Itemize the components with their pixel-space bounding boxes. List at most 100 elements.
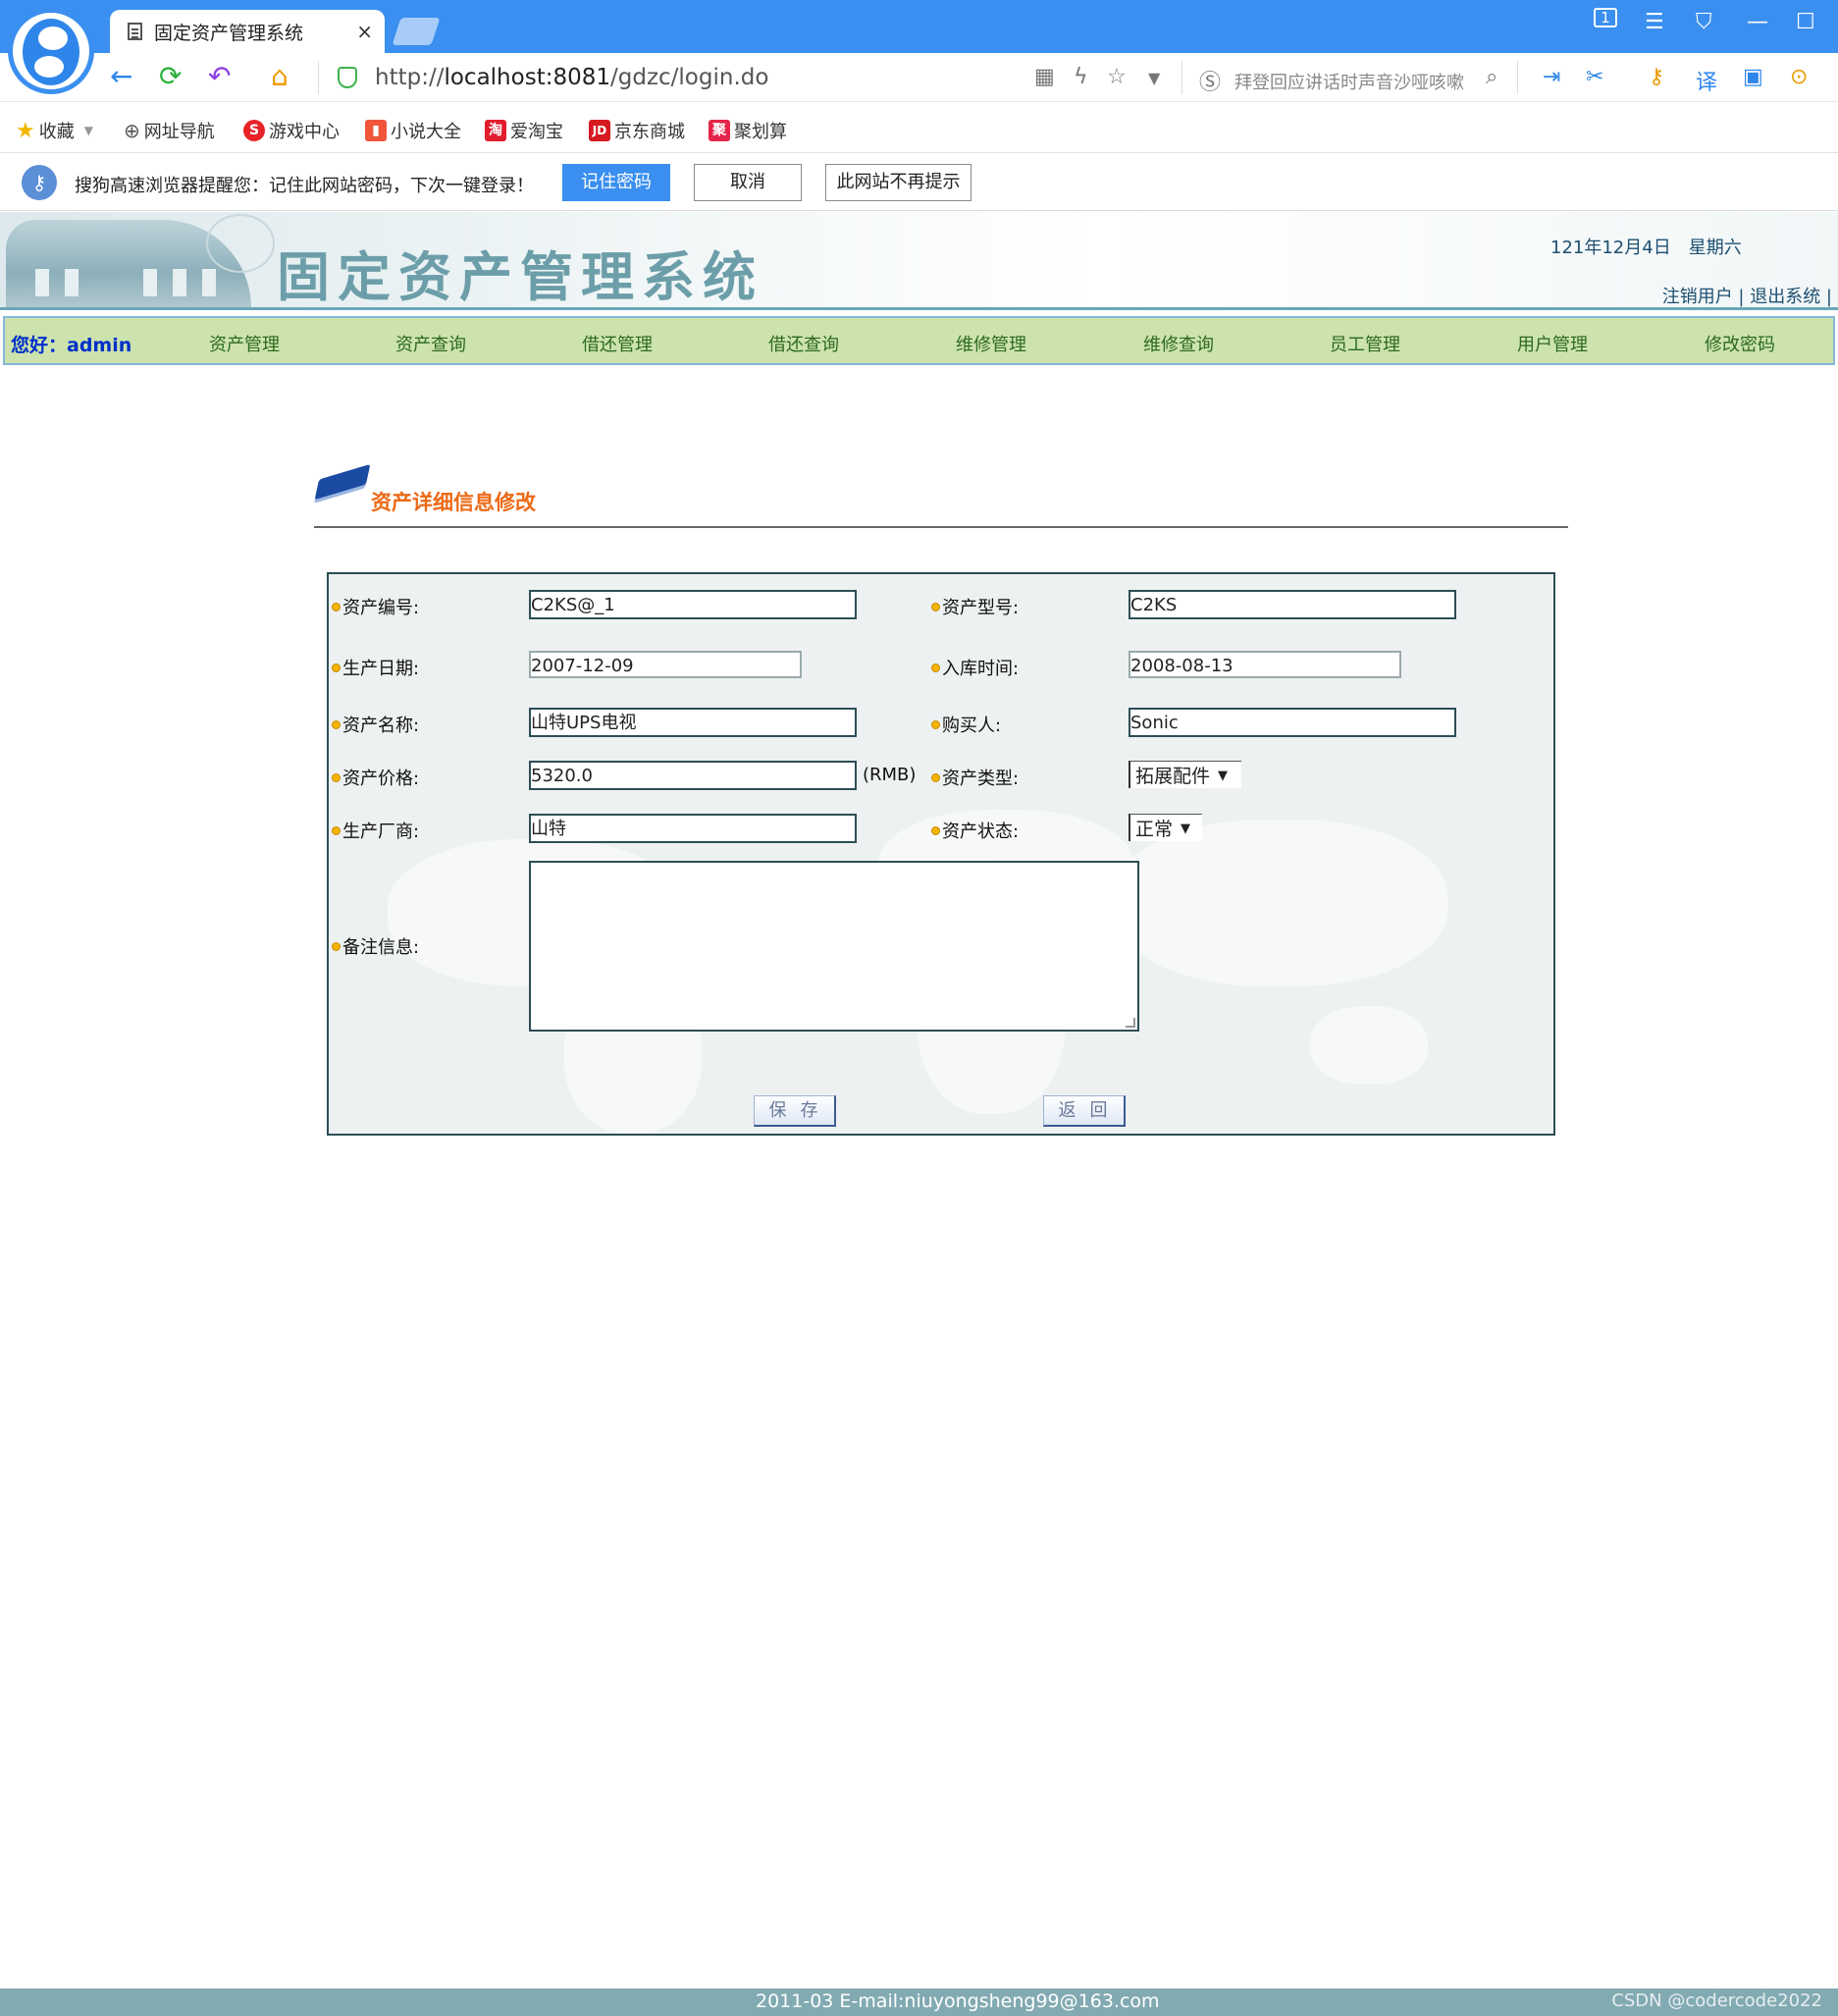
prod-date-input[interactable]: 2007-12-09	[529, 651, 802, 678]
home-icon[interactable]: ⌂	[271, 61, 289, 92]
window-count-badge[interactable]: 1	[1594, 8, 1617, 27]
maker-label: 生产厂商:	[332, 818, 419, 843]
dropdown-arrow-icon: ▼	[1218, 769, 1229, 783]
game-icon: S	[243, 120, 265, 141]
price-label: 资产价格:	[332, 765, 419, 790]
search-icon[interactable]: ⌕	[1486, 65, 1497, 89]
asset-name-input[interactable]: 山特UPS电视	[529, 708, 857, 737]
translate-icon[interactable]: 译	[1696, 65, 1717, 96]
tab-close-icon[interactable]: ×	[356, 20, 373, 43]
menu-item-change-password[interactable]: 修改密码	[1705, 331, 1775, 356]
new-tab-button[interactable]	[392, 18, 441, 45]
memo-textarea[interactable]	[529, 861, 1139, 1032]
menu-item-borrow-query[interactable]: 借还查询	[768, 331, 839, 356]
price-unit: (RMB)	[863, 765, 917, 785]
menu-item-repair-query[interactable]: 维修查询	[1143, 331, 1214, 356]
title-divider	[314, 526, 1568, 528]
book-icon	[314, 461, 371, 504]
asset-edit-form: 资产编号: C2KS@_1 资产型号: C2KS 生产日期: 2007-12-0…	[327, 572, 1555, 1136]
bullet-icon	[931, 663, 940, 672]
site-header: 固定资产管理系统 121年12月4日 星期六 注销用户 | 退出系统 |	[0, 212, 1838, 310]
type-select[interactable]: 拓展配件 ▼	[1129, 761, 1241, 788]
menu-item-staff-manage[interactable]: 员工管理	[1330, 331, 1400, 356]
bookmark-games[interactable]: S 游戏中心	[243, 118, 340, 143]
bullet-icon	[332, 602, 341, 611]
bookmark-novels[interactable]: ▮ 小说大全	[365, 118, 461, 143]
cancel-button[interactable]: 取消	[694, 164, 802, 201]
dropdown-icon[interactable]: ▼	[1148, 69, 1160, 87]
type-label: 资产类型:	[931, 765, 1019, 790]
bullet-icon	[332, 941, 341, 951]
browser-tab[interactable]: 固定资产管理系统 ×	[110, 10, 385, 53]
model-label: 资产型号:	[931, 594, 1019, 619]
menu-item-borrow-manage[interactable]: 借还管理	[582, 331, 653, 356]
more-icon[interactable]: ⊙	[1790, 65, 1808, 89]
screenshot-scissors-icon[interactable]: ✂	[1586, 65, 1603, 89]
undo-close-icon[interactable]: ↶	[208, 61, 231, 92]
refresh-icon[interactable]: ⟳	[159, 61, 182, 92]
sogou-logo[interactable]	[8, 8, 94, 94]
back-button[interactable]: 返回	[1043, 1095, 1126, 1127]
qr-code-icon[interactable]: ▦	[1034, 65, 1055, 89]
remember-password-button[interactable]: 记住密码	[562, 164, 670, 201]
watermark: CSDN @codercode2022	[1611, 1990, 1822, 2011]
address-bar: ← ⟳ ↶ ⌂ http://localhost:8081/gdzc/login…	[0, 53, 1838, 102]
menu-icon[interactable]: ☰	[1645, 10, 1664, 34]
save-button[interactable]: 保存	[754, 1095, 836, 1127]
stock-date-input[interactable]: 2008-08-13	[1129, 651, 1401, 678]
minimize-icon[interactable]: —	[1747, 10, 1768, 34]
never-prompt-button[interactable]: 此网站不再提示	[825, 164, 972, 201]
url-field[interactable]: http://localhost:8081/gdzc/login.do	[375, 65, 768, 90]
window-icon[interactable]: ▣	[1743, 65, 1763, 89]
bullet-icon	[332, 719, 341, 729]
stock-date-label: 入库时间:	[931, 655, 1019, 680]
bookmark-nav[interactable]: ⊕ 网址导航	[124, 118, 215, 143]
menu-item-repair-manage[interactable]: 维修管理	[956, 331, 1026, 356]
bookmark-taobao[interactable]: 淘 爱淘宝	[485, 118, 563, 143]
greeting: 您好：admin	[11, 335, 132, 356]
form-title: 资产详细信息修改	[371, 491, 536, 514]
back-icon[interactable]: ←	[110, 61, 132, 92]
bullet-icon	[931, 719, 940, 729]
bullet-icon	[931, 825, 940, 835]
flash-icon[interactable]: ϟ	[1074, 65, 1088, 89]
key-icon[interactable]: ⚷	[1649, 65, 1664, 89]
memo-label: 备注信息:	[332, 933, 419, 959]
page-footer: 2011-03 E-mail:niuyongsheng99@163.com CS…	[0, 1989, 1838, 2016]
asset-no-input[interactable]: C2KS@_1	[529, 590, 857, 619]
logout-links[interactable]: 注销用户 | 退出系统 |	[1662, 283, 1832, 307]
taobao-icon: 淘	[485, 120, 506, 141]
menu-item-asset-manage[interactable]: 资产管理	[209, 331, 280, 356]
skin-icon[interactable]: ⛉	[1696, 10, 1712, 34]
bookmark-juhuasuan[interactable]: 聚 聚划算	[709, 118, 787, 143]
bullet-icon	[332, 663, 341, 672]
search-input[interactable]: 拜登回应讲话时声音沙哑咳嗽	[1234, 69, 1464, 94]
juhuasuan-icon: 聚	[709, 120, 730, 141]
model-input[interactable]: C2KS	[1129, 590, 1456, 619]
globe-icon: ⊕	[124, 119, 140, 142]
key-icon: ⚷	[22, 165, 57, 200]
status-select[interactable]: 正常 ▼	[1129, 814, 1202, 841]
bookmark-favorites[interactable]: ★ 收藏 ▼	[16, 118, 93, 143]
login-icon[interactable]: ⇥	[1543, 65, 1560, 89]
password-prompt-text: 搜狗高速浏览器提醒您：记住此网站密码，下次一键登录！	[75, 176, 534, 196]
jd-icon: JD	[589, 120, 610, 141]
bookmarks-bar: ★ 收藏 ▼ ⊕ 网址导航 S 游戏中心 ▮ 小说大全 淘 爱淘宝 JD 京东商城…	[0, 102, 1838, 153]
asset-name-label: 资产名称:	[332, 712, 419, 737]
star-icon: ★	[16, 118, 35, 143]
bookmark-jd[interactable]: JD 京东商城	[589, 118, 685, 143]
bullet-icon	[931, 772, 940, 782]
system-title: 固定资产管理系统	[277, 245, 763, 308]
maximize-icon[interactable]: ☐	[1796, 10, 1815, 34]
menu-item-user-manage[interactable]: 用户管理	[1517, 331, 1588, 356]
header-date: 121年12月4日 星期六	[1550, 238, 1742, 258]
buyer-label: 购买人:	[931, 712, 1001, 737]
menu-item-asset-query[interactable]: 资产查询	[395, 331, 466, 356]
maker-input[interactable]: 山特	[529, 814, 857, 843]
dropdown-arrow-icon: ▼	[1181, 822, 1191, 836]
price-input[interactable]: 5320.0	[529, 761, 857, 790]
prod-date-label: 生产日期:	[332, 655, 419, 680]
buyer-input[interactable]: Sonic	[1129, 708, 1456, 737]
favorite-star-icon[interactable]: ☆	[1107, 65, 1127, 89]
resize-grip-icon[interactable]	[1126, 1018, 1135, 1028]
